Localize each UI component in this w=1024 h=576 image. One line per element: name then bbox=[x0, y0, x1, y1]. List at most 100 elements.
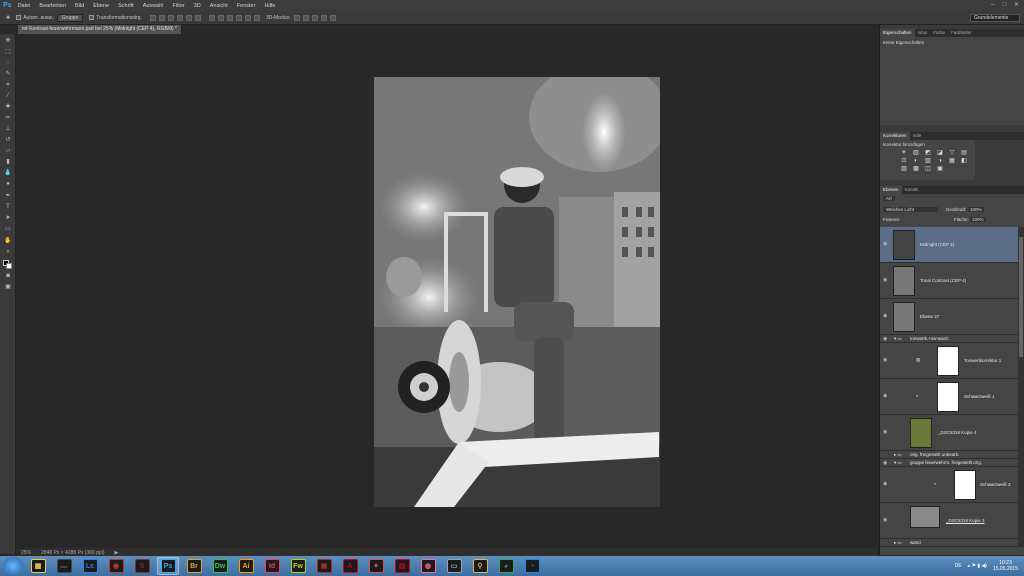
layer-name[interactable]: Tonwertkorrektur 1 bbox=[964, 358, 1001, 363]
gradient-map-icon[interactable]: ◫ bbox=[924, 166, 932, 172]
visibility-eye-icon[interactable]: ◉ bbox=[883, 429, 887, 435]
quick-select-tool-icon[interactable]: ✎ bbox=[3, 70, 13, 78]
brush-tool-icon[interactable]: ✏ bbox=[3, 114, 13, 122]
layer-name[interactable]: _DSC5316 Kopie 4 bbox=[938, 430, 977, 435]
type-tool-icon[interactable]: T bbox=[3, 203, 13, 211]
layer-name[interactable]: Schwarzweiß 3 bbox=[980, 482, 1011, 487]
shape-tool-icon[interactable]: ▭ bbox=[3, 225, 13, 233]
taskbar-app-9[interactable]: Id bbox=[261, 557, 283, 575]
maximize-button[interactable]: □ bbox=[1000, 1, 1009, 9]
vibrance-icon[interactable]: ▽ bbox=[948, 150, 956, 156]
menu-bearbeiten[interactable]: Bearbeiten bbox=[39, 3, 66, 9]
distribute-top-icon[interactable] bbox=[208, 14, 215, 21]
taskbar-app-13[interactable]: ✦ bbox=[365, 557, 387, 575]
black-white-icon[interactable]: ◐ bbox=[912, 158, 920, 164]
align-vcenter-icon[interactable] bbox=[158, 14, 165, 21]
layer-mask-thumbnail[interactable] bbox=[954, 470, 976, 500]
group-row[interactable]: ◉ ▾ ▭ tonwertk.+sw-ward. bbox=[880, 335, 1018, 343]
folder-icon[interactable]: ▸ ▭ bbox=[894, 452, 902, 458]
visibility-eye-icon[interactable]: ◉ bbox=[883, 357, 887, 363]
taskbar-app-5[interactable]: Ps bbox=[157, 557, 179, 575]
pen-tool-icon[interactable]: ✒ bbox=[3, 192, 13, 200]
layer-row[interactable]: ◉ Tonal Contrast (CEP 4) bbox=[880, 263, 1018, 299]
language-indicator[interactable]: DE bbox=[955, 563, 962, 569]
scrollbar-thumb[interactable] bbox=[1019, 237, 1023, 357]
blend-mode-select[interactable]: Weiches Licht bbox=[883, 207, 938, 212]
status-arrow-icon[interactable]: ▶ bbox=[115, 550, 119, 556]
taskbar-app-10[interactable]: Fw bbox=[287, 557, 309, 575]
move-tool-preset[interactable]: ✥ bbox=[6, 15, 10, 21]
invert-icon[interactable]: ◧ bbox=[960, 158, 968, 164]
color-balance-icon[interactable]: ⚖ bbox=[900, 158, 908, 164]
menu-3d[interactable]: 3D bbox=[194, 3, 201, 9]
tab-eigenschaften[interactable]: Eigenschaften bbox=[880, 29, 915, 37]
taskbar-app-0[interactable]: ▦ bbox=[27, 557, 49, 575]
taskbar-app-17[interactable]: ⚲ bbox=[469, 557, 491, 575]
fill-field[interactable]: 100% bbox=[970, 217, 986, 222]
group-name[interactable]: wand bbox=[910, 540, 921, 545]
group-row[interactable]: ▸ ▭ orig. freigestellt unbearb. bbox=[880, 451, 1018, 459]
photo-filter-icon[interactable]: ▧ bbox=[924, 158, 932, 164]
transform-checkbox[interactable] bbox=[89, 15, 95, 20]
zoom-level[interactable]: 25% bbox=[21, 550, 31, 556]
taskbar-app-11[interactable]: ▣ bbox=[313, 557, 335, 575]
auto-select-dropdown[interactable]: Gruppe bbox=[56, 13, 84, 22]
taskbar-app-7[interactable]: Dw bbox=[209, 557, 231, 575]
3d-pan-icon[interactable] bbox=[312, 14, 319, 21]
menu-ansicht[interactable]: Ansicht bbox=[210, 3, 228, 9]
3d-rotate-icon[interactable] bbox=[294, 14, 301, 21]
taskbar-app-18[interactable]: ◕ bbox=[495, 557, 517, 575]
document-image[interactable] bbox=[374, 77, 660, 507]
taskbar-app-3[interactable]: ◉ bbox=[105, 557, 127, 575]
eyedropper-tool-icon[interactable]: ⁄ bbox=[3, 92, 13, 100]
history-brush-tool-icon[interactable]: ↺ bbox=[3, 136, 13, 144]
3d-roll-icon[interactable] bbox=[303, 14, 310, 21]
dodge-tool-icon[interactable]: ● bbox=[3, 180, 13, 188]
hue-saturation-icon[interactable]: ▤ bbox=[960, 150, 968, 156]
tab-kanaele[interactable]: Kanäle bbox=[902, 186, 922, 194]
posterize-icon[interactable]: ▨ bbox=[900, 166, 908, 172]
levels-icon[interactable]: ▥ bbox=[912, 150, 920, 156]
menu-filter[interactable]: Filter bbox=[172, 3, 184, 9]
tab-korrekturen[interactable]: Korrekturen bbox=[880, 132, 910, 140]
layer-row[interactable]: ◉ _DSC5316 Kopie 4 bbox=[880, 415, 1018, 451]
gradient-tool-icon[interactable]: ▮ bbox=[3, 158, 13, 166]
color-lookup-icon[interactable]: ▦ bbox=[948, 158, 956, 164]
3d-slide-icon[interactable] bbox=[321, 14, 328, 21]
menu-ebene[interactable]: Ebene bbox=[93, 3, 109, 9]
zoom-tool-icon[interactable]: ⌕ bbox=[3, 248, 13, 256]
group-name[interactable]: gruppe feuerwehrm. freigestellt orig. bbox=[910, 460, 982, 465]
tray-icons[interactable]: ▴ ⚑ ▮ ◀) bbox=[968, 563, 987, 569]
menu-bild[interactable]: Bild bbox=[75, 3, 84, 9]
layer-name[interactable]: Ebene 27 bbox=[920, 314, 939, 319]
layer-mask-thumbnail[interactable] bbox=[937, 382, 959, 412]
layer-name[interactable]: Midnight (CEP 4) bbox=[920, 242, 954, 247]
taskbar-app-14[interactable]: ▤ bbox=[391, 557, 413, 575]
hand-tool-icon[interactable]: ✋ bbox=[3, 237, 13, 245]
taskbar-app-19[interactable]: ◔ bbox=[521, 557, 543, 575]
visibility-eye-icon[interactable]: ◉ bbox=[883, 481, 887, 487]
layer-row[interactable]: ◉ ▥ Tonwertkorrektur 1 bbox=[880, 343, 1018, 379]
exposure-icon[interactable]: ◪ bbox=[936, 150, 944, 156]
layer-row[interactable]: ◉ Ebene 27 bbox=[880, 299, 1018, 335]
align-right-icon[interactable] bbox=[194, 14, 201, 21]
doc-info[interactable]: 2848 Px × 4288 Px (300 ppi) bbox=[41, 550, 105, 556]
distribute-vcenter-icon[interactable] bbox=[217, 14, 224, 21]
align-hcenter-icon[interactable] bbox=[185, 14, 192, 21]
clock[interactable]: 10:23 15.05.2015 bbox=[993, 560, 1018, 572]
tab-farbe[interactable]: Farbe bbox=[930, 29, 948, 37]
healing-tool-icon[interactable]: ✚ bbox=[3, 103, 13, 111]
threshold-icon[interactable]: ▩ bbox=[912, 166, 920, 172]
visibility-eye-icon[interactable]: ◉ bbox=[883, 241, 887, 247]
align-left-icon[interactable] bbox=[176, 14, 183, 21]
auto-select-option[interactable]: Autom. ausw.: Gruppe bbox=[16, 13, 84, 22]
crop-tool-icon[interactable]: ⌗ bbox=[3, 81, 13, 89]
menu-schrift[interactable]: Schrift bbox=[118, 3, 134, 9]
start-button[interactable] bbox=[3, 557, 23, 575]
move-tool-icon[interactable]: ✥ bbox=[3, 37, 13, 45]
tab-ebenen[interactable]: Ebenen bbox=[880, 186, 902, 194]
distribute-left-icon[interactable] bbox=[235, 14, 242, 21]
folder-icon[interactable]: ▾ ▭ bbox=[894, 336, 902, 342]
align-bottom-icon[interactable] bbox=[167, 14, 174, 21]
layer-name[interactable]: Schwarzweiß 1 bbox=[964, 394, 995, 399]
